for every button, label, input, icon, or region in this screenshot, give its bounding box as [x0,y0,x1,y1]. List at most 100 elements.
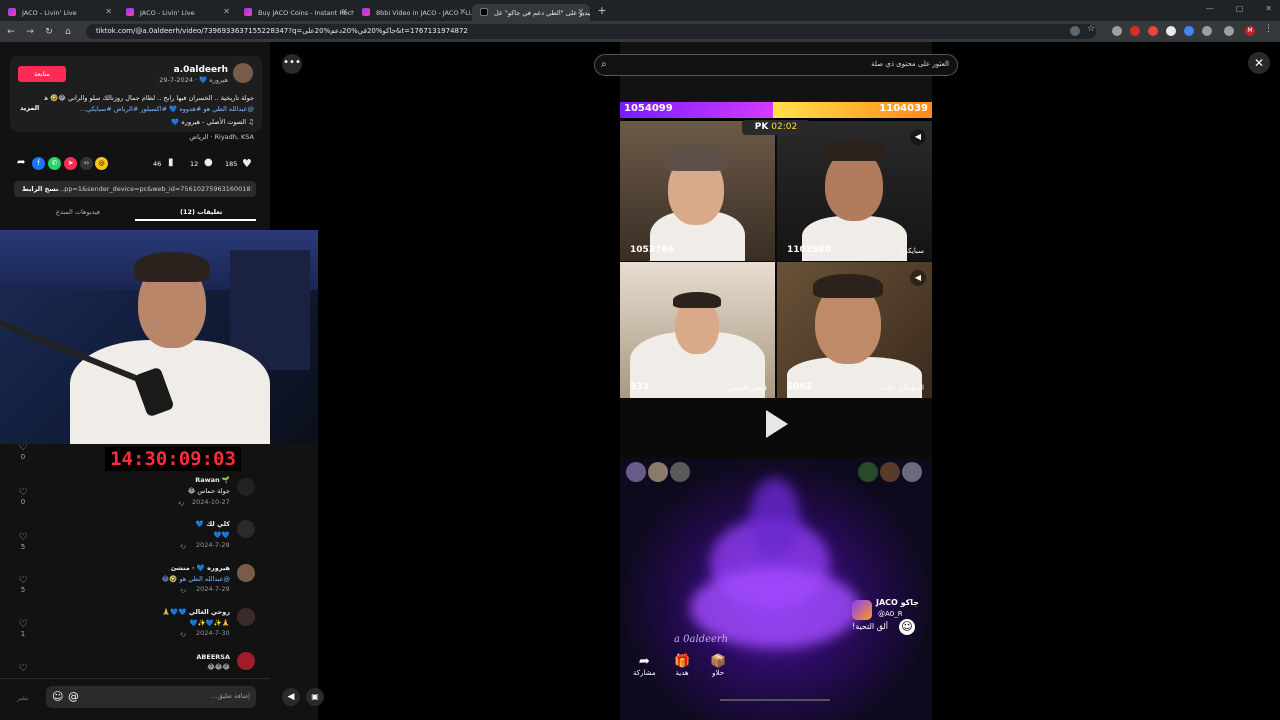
tab-comments[interactable]: تعليقات (12) [180,208,222,216]
browser-tab-1[interactable]: JACO - Livin' Live ✕ [0,4,118,21]
copy-link-button[interactable]: نسخ الرابط [22,181,58,197]
extension-icon[interactable] [1166,26,1176,36]
comment-avatar[interactable] [237,608,255,626]
menu-icon[interactable]: ⋮ [1264,24,1274,34]
pip-icon[interactable]: ▣ [306,688,324,706]
close-video-button[interactable]: ✕ [1248,52,1270,74]
progress-bar[interactable] [720,699,830,701]
close-window-icon[interactable]: ✕ [1265,4,1272,13]
minimize-icon[interactable]: — [1206,4,1214,13]
tab-creator-videos[interactable]: فيديوهات المبدع [56,208,100,216]
browser-tab-3[interactable]: Buy JACO Coins - Instant Rech... ✕ [236,4,354,21]
browser-tab-2[interactable]: JACO - Livin' Live ✕ [118,4,236,21]
comment-avatar[interactable] [237,652,255,670]
profile-avatar[interactable]: M [1245,26,1255,36]
post-comment-button[interactable]: نشر [17,694,28,702]
share-link-text: ...pp=1&sender_device=pc&web_id=75610275… [58,185,252,193]
back-icon[interactable]: ← [3,27,19,37]
comment-input[interactable]: ☺ @ إضافة تعليق... [46,686,256,708]
comment-icon[interactable]: ● [204,157,213,168]
extension-icon[interactable] [1148,26,1158,36]
location-label[interactable]: Riyadh, KSA · الرياض [100,133,254,141]
heart-icon[interactable]: ♡ [16,487,30,498]
pk-score-right: 1104039 [879,103,928,114]
close-tab-icon[interactable]: ✕ [459,7,466,16]
bookmark-star-icon[interactable]: ☆ [1087,24,1097,34]
share-icon[interactable]: ➦ [17,157,25,168]
reply-link[interactable]: رد [180,585,186,593]
reply-link[interactable]: رد [180,629,186,637]
comment-date: 2024-10-27 [192,498,230,506]
cast-icon[interactable] [1070,26,1080,36]
author-avatar[interactable] [233,63,253,83]
like-icon[interactable]: ♥ [242,157,252,170]
heart-icon[interactable]: ♡ [16,619,30,630]
jaco-favicon-icon [244,8,252,16]
comment-avatar[interactable] [237,564,255,582]
heart-icon[interactable]: ♡ [16,532,30,543]
greet-label: ألق التحية! [852,622,889,631]
smile-icon[interactable]: ☺ [899,619,915,635]
close-tab-icon[interactable]: ✕ [341,7,348,16]
reload-icon[interactable]: ↻ [41,27,57,37]
bookmark-icon[interactable]: ▮ [168,157,174,168]
comment-like-count: 5 [20,543,26,551]
speaker-icon[interactable]: ◀ [910,129,926,145]
cell-name: السلطان خالد... [877,384,924,392]
comment-user[interactable]: روحي الغالي 💙💙🙏 [120,608,230,616]
cell-score: 333 [630,382,649,392]
post-hashtags[interactable]: @عبدالله الطي هو #هدووه 💙 #اكسبلور #الري… [44,105,254,113]
comment-avatar[interactable] [237,520,255,538]
extension-icon[interactable] [1130,26,1140,36]
comment-avatar[interactable] [237,478,255,496]
coin-icon[interactable]: ◎ [95,157,108,170]
volume-icon[interactable]: ◀ [282,688,300,706]
comment-user[interactable]: 🌱 Rawan [150,476,230,484]
extension-icon[interactable] [1184,26,1194,36]
comment-date: 2024-7-29 [196,541,230,549]
emoji-icon[interactable]: ☺ [52,690,63,703]
reply-link[interactable]: رد [178,498,184,506]
maximize-icon[interactable]: ▢ [1236,4,1244,13]
play-icon[interactable] [766,410,788,438]
embed-icon[interactable]: ‹› [80,157,93,170]
close-tab-icon[interactable]: ✕ [105,7,112,16]
extensions-puzzle-icon[interactable] [1202,26,1212,36]
stream-timer: 14:30:09:03 [105,447,241,471]
action-gift[interactable]: 🎁 هدية [674,654,690,677]
browser-tab-5[interactable]: الفيديو على "الطي دعم في جاكو" عل...✕ [472,4,590,21]
sound-label[interactable]: ♫ الصوت الأصلي - هيروره 💙 [100,118,254,126]
comment-user[interactable]: ABEERSA [160,653,230,661]
follow-button[interactable]: متابعة [18,66,66,82]
pk-timer: PK 02:02 [742,120,810,135]
close-tab-icon[interactable]: ✕ [577,7,584,16]
new-tab-icon[interactable]: + [594,3,610,19]
search-input[interactable]: ⌕ العثور على محتوى ذي صلة [594,54,958,76]
comment-input-placeholder: إضافة تعليق... [211,692,250,700]
speaker-icon[interactable]: ◀ [910,270,926,286]
browser-tab-4[interactable]: 8bbi Video in JACO - JACO - Li... ✕ [354,4,472,21]
mention-icon[interactable]: @ [68,690,79,703]
address-bar: ← → ↻ ⌂ tiktok.com/@a.0aldeerh/video/739… [0,21,1280,42]
heart-icon[interactable]: ♡ [16,575,30,586]
url-field[interactable]: tiktok.com/@a.0aldeerh/video/73969336371… [86,24,1096,39]
reply-link[interactable]: رد [180,541,186,549]
author-username[interactable]: a.0aldeerh [150,65,228,75]
forward-icon[interactable]: → [22,27,38,37]
extension-icon[interactable] [1112,26,1122,36]
home-icon[interactable]: ⌂ [60,27,76,37]
action-gift-box[interactable]: 📦 حلاو [710,654,726,677]
heart-icon[interactable]: ♡ [16,663,30,674]
comment-user[interactable]: هيروره 💙 · منشئ [130,564,230,572]
tiktok-share-icon[interactable]: ➤ [64,157,77,170]
action-share[interactable]: ➦ مشاركة [633,654,656,677]
facebook-icon[interactable]: f [32,157,45,170]
viewer-avatars-left [626,462,690,482]
sidepanel-icon[interactable] [1224,26,1234,36]
live-cell-4: ◀ 1062 السلطان خالد... [777,262,932,398]
more-options-icon[interactable]: ••• [282,54,302,74]
comment-user[interactable]: كلي لك 💙 [150,520,230,528]
close-tab-icon[interactable]: ✕ [223,7,230,16]
more-link[interactable]: المزيد [20,104,39,112]
whatsapp-icon[interactable]: ✆ [48,157,61,170]
